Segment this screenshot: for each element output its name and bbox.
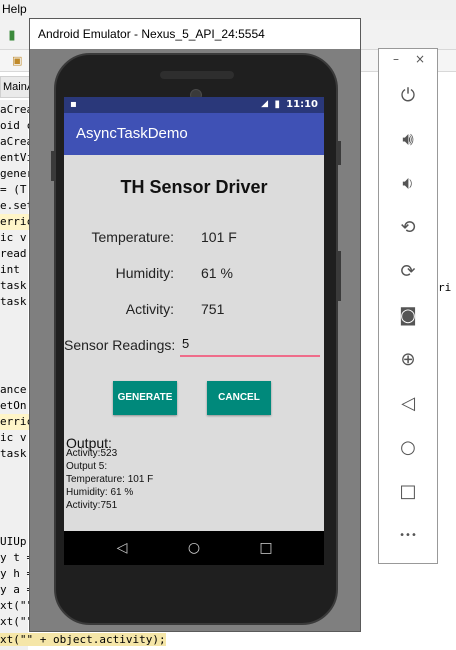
code-line: read <box>0 247 27 260</box>
output-text[interactable]: Activity:523 Output 5: Temperature: 101 F H… <box>66 447 316 523</box>
overview-control-icon[interactable]: □ <box>395 479 421 505</box>
activity-label: Activity: <box>125 301 174 317</box>
code-line: task <box>0 447 27 460</box>
menu-help[interactable]: Help <box>2 2 27 16</box>
code-fragment-right: ri <box>438 281 452 294</box>
folder-icon[interactable]: ▣ <box>12 54 22 67</box>
home-icon[interactable]: ○ <box>184 538 204 558</box>
code-line: = (T <box>0 183 27 196</box>
rotate-left-icon[interactable]: ⟲ <box>395 215 421 241</box>
app-title: AsyncTaskDemo <box>76 125 188 142</box>
status-clock: 11:10 <box>286 99 318 110</box>
back-control-icon[interactable]: ◁ <box>395 391 421 417</box>
volume-down-icon[interactable]: 🔉︎ <box>395 171 421 197</box>
recents-icon[interactable]: □ <box>256 538 276 558</box>
code-line: UIUp <box>0 535 27 548</box>
activity-value: 751 <box>201 301 225 317</box>
phone-power-button <box>337 141 341 165</box>
android-nav-bar: ◁ ○ □ <box>64 531 324 565</box>
code-line: int <box>0 263 27 276</box>
status-bar: ▪ ◢ ▮ 11:10 <box>64 97 324 113</box>
volume-up-icon[interactable]: 🔊︎ <box>395 127 421 153</box>
phone-side-button-left <box>51 151 55 181</box>
code-line: task <box>0 295 27 308</box>
output-line: Activity:523 <box>66 448 118 459</box>
emulator-titlebar[interactable]: Android Emulator - Nexus_5_API_24:5554 <box>30 19 360 49</box>
phone-screen: ▪ ◢ ▮ 11:10 AsyncTaskDemo TH Sensor Driv… <box>64 97 324 565</box>
control-panel-titlebar: – × <box>379 49 437 73</box>
output-line: Activity:751 <box>66 500 118 511</box>
sensor-readings-input[interactable]: 5 <box>180 335 320 357</box>
phone-frame: ▪ ◢ ▮ 11:10 AsyncTaskDemo TH Sensor Driv… <box>51 53 341 625</box>
generate-button[interactable]: GENERATE <box>113 381 177 415</box>
battery-icon: ▮ <box>274 99 280 110</box>
signal-icon: ◢ <box>261 99 268 109</box>
app-bar: AsyncTaskDemo <box>64 113 324 155</box>
more-icon[interactable]: ••• <box>395 523 421 549</box>
sd-card-icon: ▪ <box>70 99 77 110</box>
code-line-last: xt("" + object.activity); <box>0 633 166 646</box>
rotate-right-icon[interactable]: ⟳ <box>395 259 421 285</box>
minimize-icon[interactable]: – <box>393 52 399 66</box>
temperature-label: Temperature: <box>91 229 174 245</box>
code-line: task <box>0 279 27 292</box>
humidity-value: 61 % <box>201 265 233 281</box>
output-line: Temperature: 101 F <box>66 474 154 485</box>
emulator-window-title: Android Emulator - Nexus_5_API_24:5554 <box>38 27 265 41</box>
camera-icon[interactable]: ◙ <box>395 303 421 329</box>
close-icon[interactable]: × <box>415 52 425 66</box>
build-icon[interactable]: ▮ <box>4 28 20 44</box>
app-content: TH Sensor Driver Temperature: 101 F Humi… <box>64 155 324 531</box>
code-line: ic v <box>0 431 27 444</box>
output-line: Output 5: <box>66 461 108 472</box>
code-line: ic v <box>0 231 27 244</box>
phone-speaker <box>160 71 234 79</box>
output-line: Humidity: 61 % <box>66 487 134 498</box>
power-icon[interactable]: ⏻ <box>395 83 421 109</box>
phone-volume-button <box>337 251 341 301</box>
sensor-heading: TH Sensor Driver <box>120 177 268 197</box>
back-icon[interactable]: ◁ <box>112 538 132 558</box>
cancel-button[interactable]: CANCEL <box>207 381 271 415</box>
ide-menubar: Help <box>0 0 456 20</box>
zoom-icon[interactable]: ⊕ <box>395 347 421 373</box>
temperature-value: 101 F <box>201 229 237 245</box>
code-line: ance <box>0 383 27 396</box>
sensor-readings-label: Sensor Readings: <box>64 337 176 353</box>
emulator-control-panel: – × ⏻ 🔊︎ 🔉︎ ⟲ ⟳ ◙ ⊕ ◁ ○ □ ••• <box>378 48 438 564</box>
humidity-label: Humidity: <box>115 265 174 281</box>
code-line: etOn <box>0 399 27 412</box>
emulator-window: Android Emulator - Nexus_5_API_24:5554 ▪… <box>29 18 361 632</box>
home-control-icon[interactable]: ○ <box>395 435 421 461</box>
